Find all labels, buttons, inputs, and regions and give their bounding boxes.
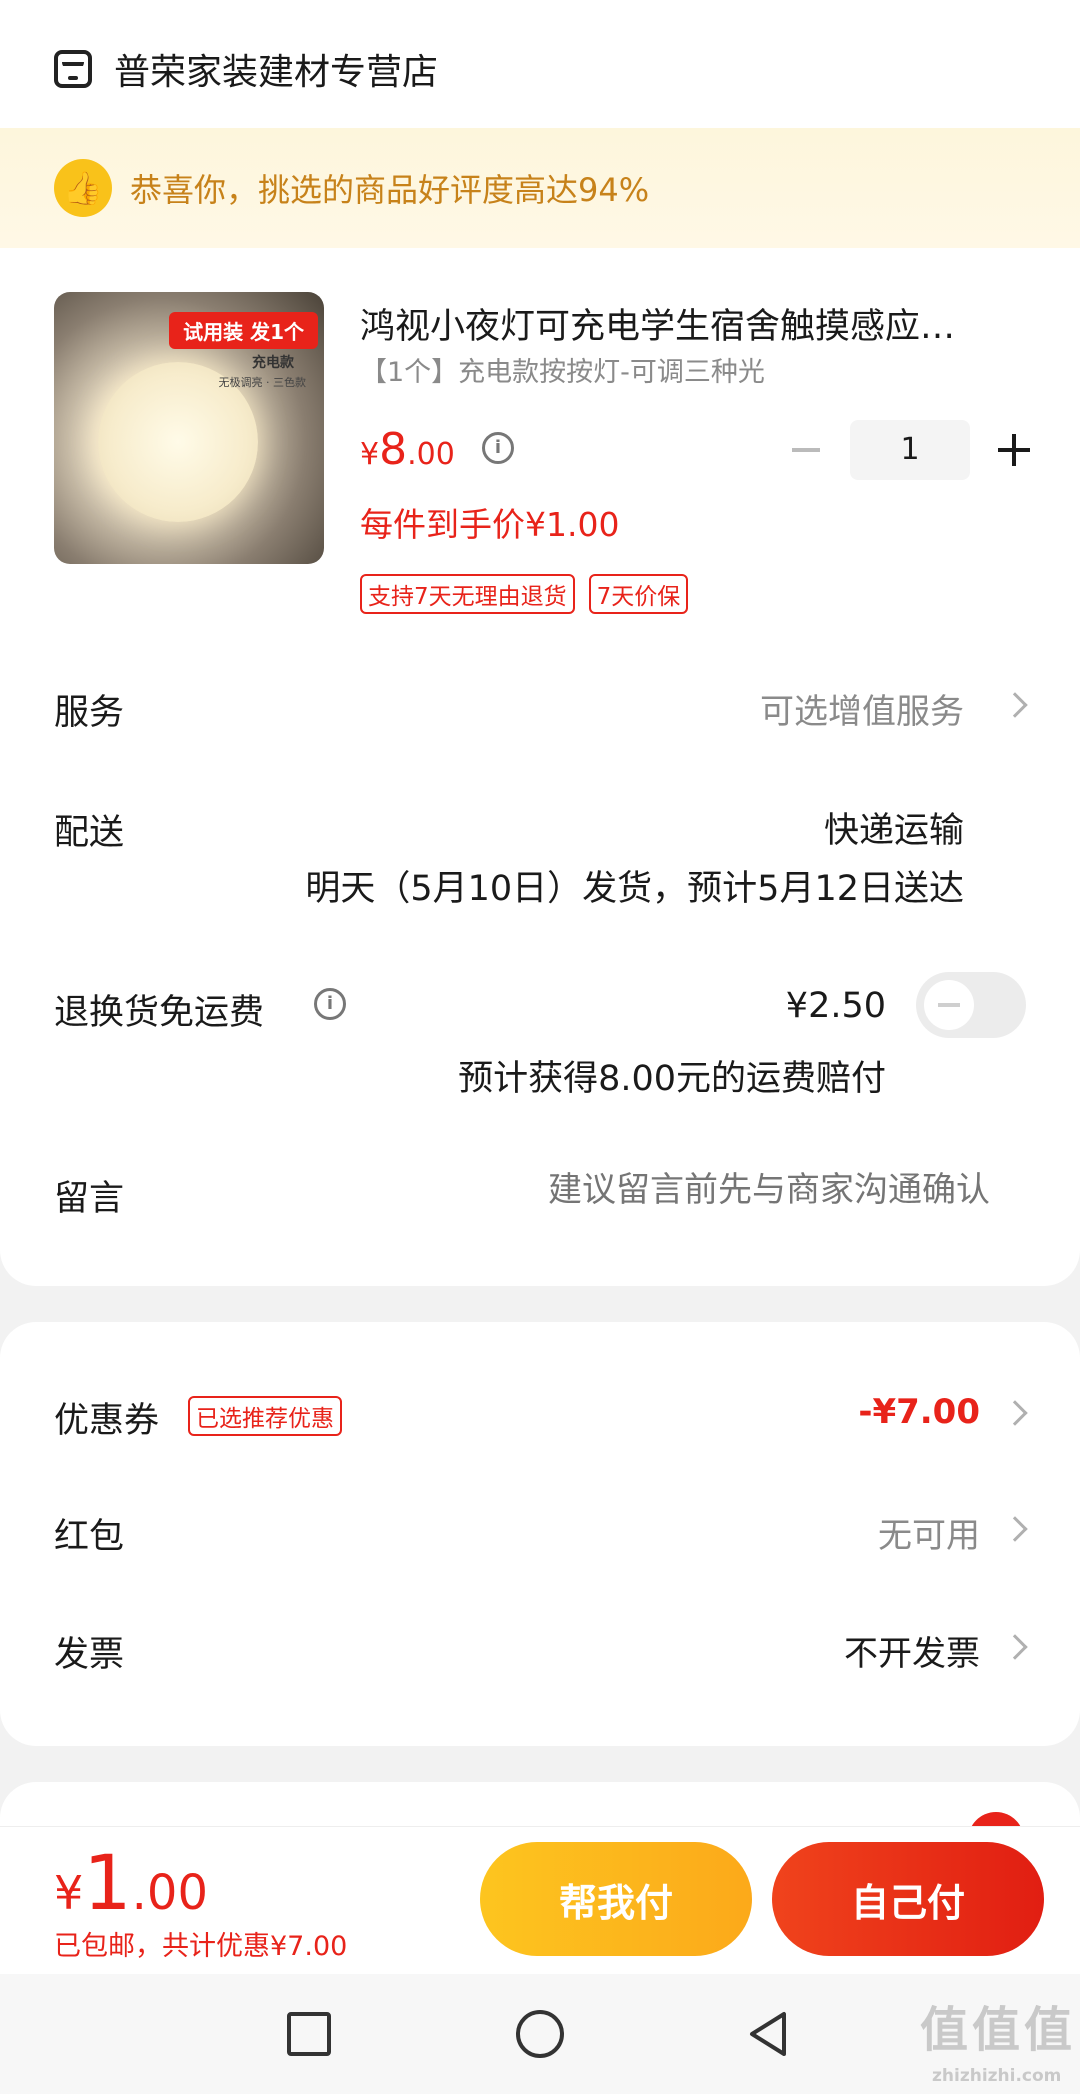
product-image[interactable]: 试用装 发1个 充电款 无极调亮 · 三色款 bbox=[54, 292, 324, 564]
home-icon[interactable] bbox=[516, 2010, 564, 2058]
product-title[interactable]: 鸿视小夜灯可充电学生宿舍触摸感应… bbox=[360, 298, 1030, 349]
total-symbol: ¥ bbox=[54, 1866, 84, 1920]
image-sub1: 充电款 bbox=[252, 355, 294, 371]
product-badges: 支持7天无理由退货 7天价保 bbox=[360, 574, 689, 614]
total-dec: .00 bbox=[131, 1865, 208, 1921]
recents-icon[interactable] bbox=[287, 2012, 331, 2056]
thumbs-up-icon: 👍 bbox=[54, 159, 112, 217]
price-info-icon[interactable]: i bbox=[482, 432, 514, 464]
help-pay-button[interactable]: 帮我付 bbox=[480, 1842, 752, 1956]
delivery-label: 配送 bbox=[54, 813, 125, 853]
toggle-knob bbox=[924, 980, 974, 1030]
store-name: 普荣家装建材专营店 bbox=[114, 52, 439, 93]
order-card: 普荣家装建材专营店 👍 恭喜你，挑选的商品好评度高达94% 试用装 发1个 充电… bbox=[0, 0, 1080, 1286]
plus-icon[interactable] bbox=[994, 430, 1034, 470]
red-packet-label: 红包 bbox=[54, 1517, 125, 1557]
service-value[interactable]: 可选增值服务 bbox=[760, 684, 964, 733]
badge-price-protect: 7天价保 bbox=[588, 574, 689, 614]
invoice-label: 发票 bbox=[54, 1635, 125, 1675]
product-spec[interactable]: 【1个】充电款按按灯-可调三种光 bbox=[360, 350, 765, 389]
return-shipping-price: ¥2.50 bbox=[785, 986, 886, 1026]
store-icon bbox=[54, 50, 92, 88]
quantity-stepper: 1 bbox=[786, 420, 1034, 480]
total-int: 1 bbox=[83, 1838, 132, 1927]
final-price: 每件到手价¥1.00 bbox=[360, 505, 620, 544]
return-shipping-label: 退换货免运费 bbox=[54, 993, 265, 1033]
coupon-tag: 已选推荐优惠 bbox=[188, 1396, 342, 1436]
minus-icon[interactable] bbox=[786, 430, 826, 470]
watermark-text: 值值值 bbox=[920, 2002, 1077, 2058]
quantity-value[interactable]: 1 bbox=[850, 420, 970, 480]
service-label: 服务 bbox=[54, 693, 125, 733]
total-sub: 已包邮，共计优惠¥7.00 bbox=[54, 1931, 348, 1962]
return-info-icon[interactable]: i bbox=[314, 988, 346, 1020]
back-icon[interactable] bbox=[744, 2008, 796, 2060]
badge-return: 支持7天无理由退货 bbox=[360, 574, 575, 614]
price-dec: .00 bbox=[407, 437, 455, 472]
message-label: 留言 bbox=[54, 1179, 125, 1219]
self-pay-button[interactable]: 自己付 bbox=[772, 1842, 1044, 1956]
coupon-label: 优惠券 bbox=[54, 1401, 160, 1441]
product-price: ¥ 8 .00 bbox=[360, 424, 455, 475]
chevron-right-icon[interactable] bbox=[1002, 692, 1028, 718]
price-int: 8 bbox=[379, 424, 408, 475]
watermark-url: zhizhizhi.com bbox=[932, 2066, 1062, 2086]
store-header[interactable]: 普荣家装建材专营店 bbox=[54, 44, 438, 94]
coupon-value[interactable]: -¥7.00 bbox=[858, 1392, 980, 1432]
image-sub2: 无极调亮 · 三色款 bbox=[218, 376, 307, 389]
invoice-value[interactable]: 不开发票 bbox=[844, 1626, 980, 1675]
price-symbol: ¥ bbox=[360, 437, 380, 472]
total-price: ¥ 1 .00 bbox=[54, 1838, 208, 1927]
order-confirm-page: 普荣家装建材专营店 👍 恭喜你，挑选的商品好评度高达94% 试用装 发1个 充电… bbox=[0, 0, 1080, 2094]
return-compensation: 预计获得8.00元的运费赔付 bbox=[458, 1059, 886, 1099]
praise-banner: 👍 恭喜你，挑选的商品好评度高达94% bbox=[0, 128, 1080, 248]
image-tag: 试用装 发1个 bbox=[169, 312, 318, 349]
delivery-method: 快递运输 bbox=[823, 811, 964, 851]
red-packet-value[interactable]: 无可用 bbox=[878, 1508, 980, 1557]
delivery-date: 明天（5月10日）发货，预计5月12日送达 bbox=[305, 869, 964, 909]
return-shipping-toggle[interactable] bbox=[916, 972, 1026, 1038]
banner-text: 恭喜你，挑选的商品好评度高达94% bbox=[130, 171, 650, 209]
message-input[interactable] bbox=[370, 1170, 990, 1210]
